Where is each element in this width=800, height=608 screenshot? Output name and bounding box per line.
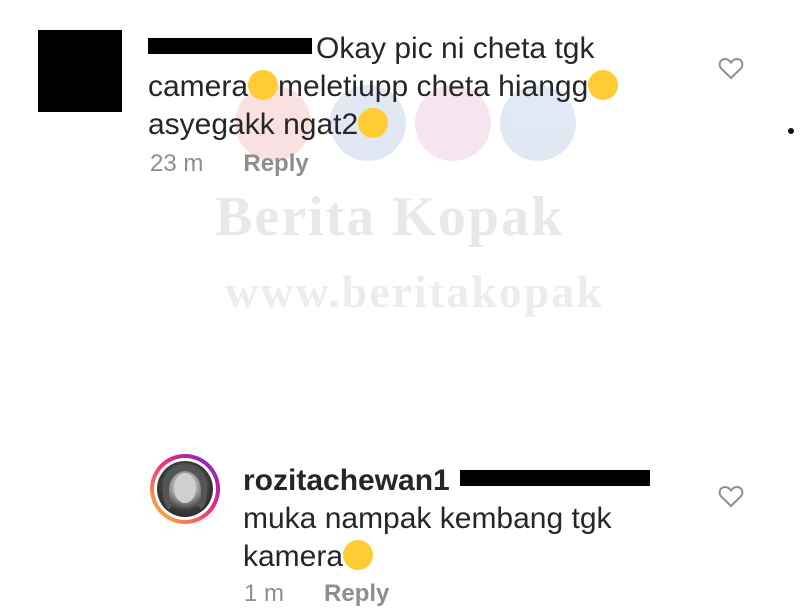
- heart-outline-icon[interactable]: [718, 484, 744, 508]
- comment-text-line3: asyegakk ngat2: [148, 108, 359, 141]
- scroll-dot: [788, 128, 794, 134]
- comment-text-line1: muka nampak kembang tgk: [243, 502, 612, 535]
- heart-eyes-emoji-icon: [588, 70, 619, 101]
- comment-text-line2b: meletiupp cheta hiangg: [278, 70, 589, 103]
- avatar-photo: [157, 461, 213, 517]
- heart-eyes-emoji-icon: [358, 108, 389, 139]
- comment-meta: 23 m Reply: [150, 150, 309, 178]
- comment-time: 1 m: [244, 580, 285, 607]
- reply-button[interactable]: Reply: [324, 580, 389, 607]
- comment-time: 23 m: [150, 150, 204, 177]
- reply-comment: rozitachewan1 muka nampak kembang tgk ka…: [0, 220, 800, 607]
- comment-text-line2a: camera: [148, 70, 249, 103]
- comment-text: Okay pic ni cheta tgk camera meletiupp ch…: [148, 30, 688, 144]
- comment-text-line2: kamera: [243, 540, 344, 573]
- comment: Okay pic ni cheta tgk camera meletiupp ch…: [0, 0, 800, 200]
- winking-tongue-emoji-icon: [343, 540, 374, 571]
- redacted-text: [459, 470, 650, 487]
- comment-meta: 1 m Reply: [244, 580, 389, 608]
- comment-text: rozitachewan1 muka nampak kembang tgk ka…: [243, 462, 663, 576]
- reply-button[interactable]: Reply: [243, 150, 308, 177]
- comment-text-line1: Okay pic ni cheta tgk: [316, 32, 595, 65]
- heart-outline-icon[interactable]: [718, 56, 744, 80]
- avatar-redacted[interactable]: [38, 30, 122, 112]
- grinning-sweat-emoji-icon: [248, 70, 279, 101]
- username[interactable]: rozitachewan1: [243, 464, 450, 497]
- redacted-username: [148, 38, 312, 55]
- avatar[interactable]: [150, 454, 220, 524]
